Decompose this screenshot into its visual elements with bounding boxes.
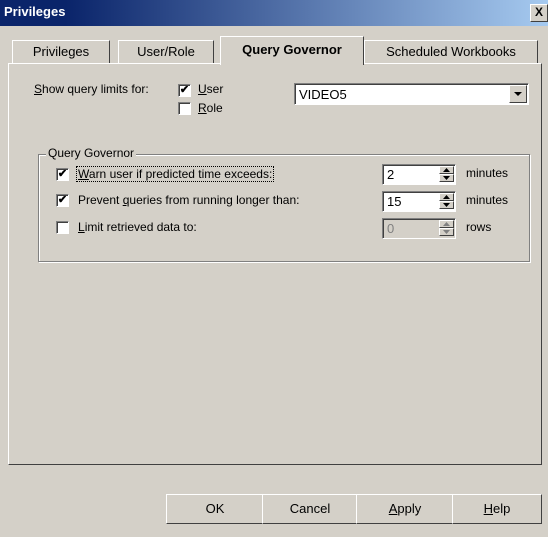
- window-title: Privileges: [4, 4, 66, 19]
- user-role-select-value: VIDEO5: [299, 87, 347, 102]
- chevron-down-icon[interactable]: [509, 85, 527, 103]
- cancel-button[interactable]: Cancel: [262, 494, 358, 524]
- limit-data-label: Limit retrieved data to:: [78, 220, 197, 234]
- close-button[interactable]: X: [530, 4, 548, 22]
- apply-button[interactable]: Apply: [356, 494, 454, 524]
- help-button[interactable]: Help: [452, 494, 542, 524]
- spin-down-icon[interactable]: [439, 201, 454, 209]
- tab-privileges[interactable]: Privileges: [12, 40, 110, 63]
- tab-panel: [8, 63, 542, 465]
- role-checkbox-label: Role: [198, 101, 223, 115]
- prevent-unit: minutes: [466, 193, 509, 207]
- limit-rows-value: 0: [387, 221, 395, 236]
- tab-scheduled-workbooks[interactable]: Scheduled Workbooks: [364, 40, 538, 63]
- warn-user-checkbox[interactable]: ✔: [56, 168, 69, 181]
- limit-data-checkbox[interactable]: [56, 221, 69, 234]
- role-checkbox[interactable]: [178, 102, 191, 115]
- title-bar[interactable]: [0, 0, 548, 26]
- prevent-minutes-spinner[interactable]: 15: [382, 191, 456, 212]
- limit-unit: rows: [466, 220, 492, 234]
- spin-up-icon[interactable]: [439, 166, 454, 174]
- warn-user-label: Warn user if predicted time exceeds:: [76, 166, 275, 182]
- user-checkbox-label: User: [198, 82, 224, 96]
- limit-rows-spinner[interactable]: 0: [382, 218, 456, 239]
- show-query-limits-label: Show query limits for:: [34, 82, 149, 96]
- spin-up-icon[interactable]: [439, 220, 454, 228]
- query-governor-group-label: Query Governor: [46, 146, 137, 160]
- warn-unit: minutes: [466, 166, 509, 180]
- ok-button[interactable]: OK: [166, 494, 264, 524]
- user-checkbox[interactable]: ✔: [178, 84, 191, 97]
- prevent-queries-checkbox[interactable]: ✔: [56, 194, 69, 207]
- warn-minutes-spinner[interactable]: 2: [382, 164, 456, 185]
- prevent-minutes-value: 15: [387, 194, 402, 209]
- show-query-limits-text: how query limits for:: [42, 82, 149, 96]
- spin-up-icon[interactable]: [439, 193, 454, 201]
- tab-query-governor[interactable]: Query Governor: [220, 36, 364, 65]
- spin-down-icon[interactable]: [439, 228, 454, 236]
- spin-down-icon[interactable]: [439, 174, 454, 182]
- tab-user-role[interactable]: User/Role: [118, 40, 214, 63]
- warn-minutes-value: 2: [387, 167, 395, 182]
- user-role-select[interactable]: VIDEO5: [294, 83, 529, 105]
- prevent-queries-label: Prevent queries from running longer than…: [78, 193, 300, 207]
